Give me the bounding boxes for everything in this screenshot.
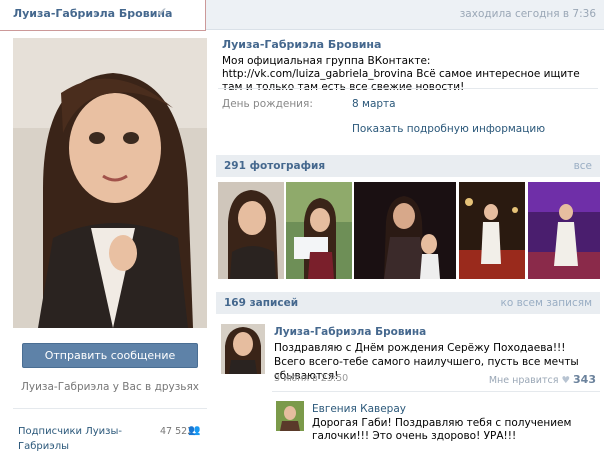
header-name: Луиза-Габриэла Бровина: [13, 7, 173, 20]
post-author[interactable]: Луиза-Габриэла Бровина: [274, 326, 426, 338]
birthday-value[interactable]: 8 марта: [352, 98, 396, 110]
heart-icon: ♥: [561, 375, 570, 386]
name-tab: Луиза-Габриэла Бровина ✔: [0, 0, 206, 31]
photo-thumbnail[interactable]: [528, 182, 600, 279]
photo-thumbnail[interactable]: [218, 182, 284, 279]
photos-count[interactable]: 291 фотография: [224, 160, 325, 172]
comment-author-avatar[interactable]: [276, 401, 304, 431]
people-icon: 👥: [188, 425, 201, 436]
show-more-info-link[interactable]: Показать подробную информацию: [352, 123, 545, 135]
likes-count: 343: [573, 373, 596, 386]
photos-all-link[interactable]: все: [574, 160, 592, 172]
profile-photo[interactable]: [13, 38, 207, 328]
birthday-label: День рождения:: [222, 98, 313, 110]
comment-author[interactable]: Евгения Каверау: [312, 403, 406, 415]
divider: [272, 391, 600, 392]
wall-header[interactable]: 169 записей ко всем записям: [216, 292, 600, 314]
like-button[interactable]: Мне нравится ♥ 343: [489, 373, 596, 386]
subscribers-link[interactable]: Подписчики Луизы-Габриэлы: [18, 424, 128, 454]
last-seen: заходила сегодня в 7:36: [459, 8, 596, 20]
photo-thumbnail[interactable]: [286, 182, 352, 279]
comment-text: Дорогая Габи! Поздравляю тебя с получени…: [312, 417, 572, 442]
photo-thumbnail[interactable]: [459, 182, 525, 279]
divider: [13, 408, 207, 409]
profile-name: Луиза-Габриэла Бровина: [222, 38, 382, 51]
check-icon: ✔: [157, 5, 168, 19]
like-label: Мне нравится: [488, 375, 559, 386]
wall-all-link[interactable]: ко всем записям: [500, 297, 592, 309]
friend-status: Луиза-Габриэла у Вас в друзьях: [20, 381, 200, 393]
photo-thumbnail[interactable]: [354, 182, 456, 279]
wall-count[interactable]: 169 записей: [224, 297, 298, 309]
divider: [218, 88, 598, 89]
send-message-button[interactable]: Отправить сообщение: [22, 343, 198, 368]
post-author-avatar[interactable]: [221, 324, 265, 374]
photos-header[interactable]: 291 фотография все: [216, 155, 600, 177]
top-bar: Луиза-Габриэла Бровина ✔ заходила сегодн…: [0, 0, 604, 31]
post-date[interactable]: 3 июня в 23:50: [274, 373, 348, 384]
